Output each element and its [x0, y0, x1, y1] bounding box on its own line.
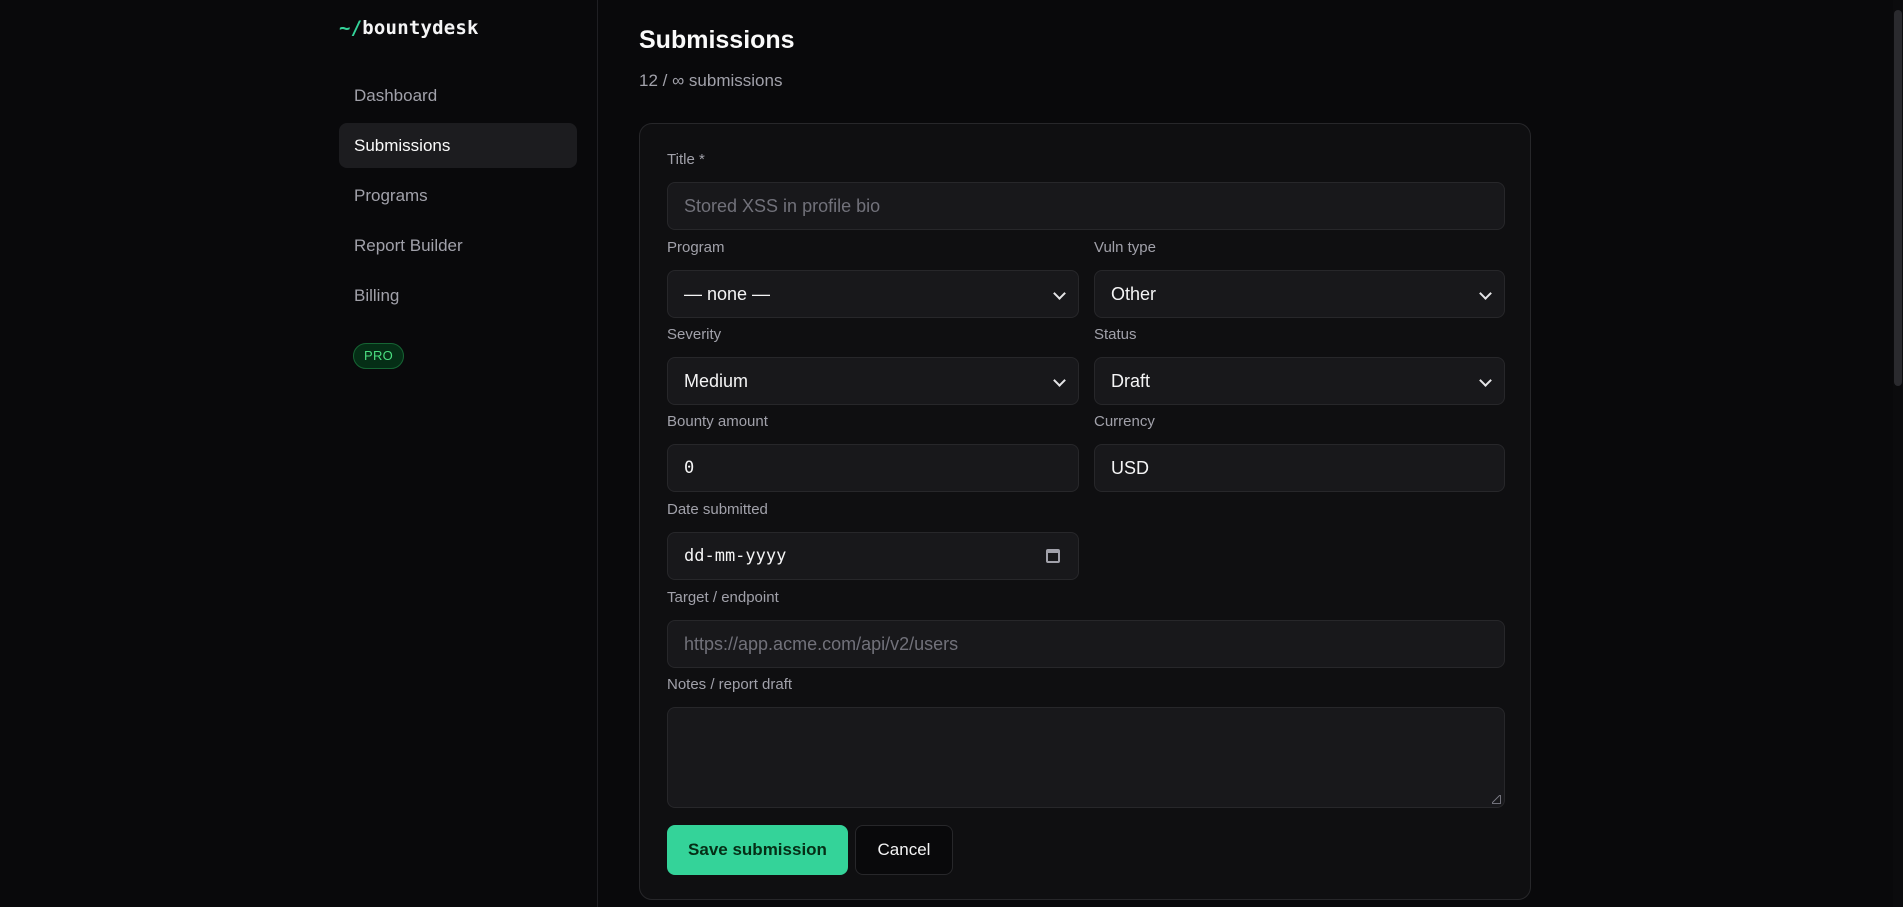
status-label: Status [1094, 326, 1137, 343]
vuln-type-select-value: Other [1111, 283, 1157, 304]
cancel-button[interactable]: Cancel [855, 825, 953, 875]
brand-prefix: ~/ [339, 17, 363, 39]
currency-label: Currency [1094, 413, 1155, 430]
scrollbar[interactable] [1893, 0, 1903, 907]
sidebar-nav: Dashboard Submissions Programs Report Bu… [339, 73, 577, 323]
bounty-amount-label: Bounty amount [667, 413, 768, 430]
severity-field: Severity Medium [667, 326, 1079, 405]
currency-field: Currency USD [1094, 413, 1505, 492]
date-submitted-input[interactable]: dd-mm-yyyy [667, 532, 1079, 580]
sidebar-item-programs[interactable]: Programs [339, 173, 577, 218]
calendar-icon[interactable] [1046, 549, 1060, 563]
title-label: Title * [667, 151, 705, 168]
date-submitted-value: dd-mm-yyyy [684, 546, 787, 566]
title-field: Title * Stored XSS in profile bio [667, 151, 1505, 230]
severity-label: Severity [667, 326, 722, 343]
vuln-type-label: Vuln type [1094, 239, 1156, 256]
vuln-type-select[interactable]: Other [1094, 270, 1505, 318]
date-submitted-field: Date submitted dd-mm-yyyy [667, 501, 1079, 580]
brand-name: bountydesk [362, 17, 479, 39]
bounty-amount-field: Bounty amount 0 [667, 413, 1079, 492]
program-select-value: — none — [684, 283, 771, 304]
save-submission-button[interactable]: Save submission [667, 825, 848, 875]
status-field: Status Draft [1094, 326, 1505, 405]
severity-select[interactable]: Medium [667, 357, 1079, 405]
vuln-type-field: Vuln type Other [1094, 239, 1505, 318]
severity-select-value: Medium [684, 370, 749, 391]
sidebar-item-submissions[interactable]: Submissions [339, 123, 577, 168]
currency-input[interactable]: USD [1094, 444, 1505, 492]
plan-badge: PRO [353, 343, 405, 369]
date-submitted-label: Date submitted [667, 501, 768, 518]
sidebar: ~/bountydesk Dashboard Submissions Progr… [0, 0, 598, 907]
submission-form: Title * Stored XSS in profile bio Progra… [639, 123, 1531, 900]
app-root: ~/bountydesk Dashboard Submissions Progr… [0, 0, 1903, 907]
target-field: Target / endpoint https://app.acme.com/a… [667, 589, 1505, 668]
scrollbar-thumb[interactable] [1894, 10, 1902, 386]
brand-logo[interactable]: ~/bountydesk [339, 17, 479, 39]
target-label: Target / endpoint [667, 589, 779, 606]
notes-textarea[interactable] [667, 707, 1505, 808]
sidebar-item-report-builder[interactable]: Report Builder [339, 223, 577, 268]
notes-label: Notes / report draft [667, 676, 793, 693]
resize-handle-icon[interactable] [1492, 795, 1501, 804]
sidebar-item-billing[interactable]: Billing [339, 273, 577, 318]
status-select[interactable]: Draft [1094, 357, 1505, 405]
program-field: Program — none — [667, 239, 1079, 318]
page-title: Submissions [639, 26, 795, 54]
notes-field: Notes / report draft [667, 676, 1505, 808]
program-select[interactable]: — none — [667, 270, 1079, 318]
status-select-value: Draft [1111, 370, 1151, 391]
sidebar-item-dashboard[interactable]: Dashboard [339, 73, 577, 118]
target-input[interactable]: https://app.acme.com/api/v2/users [667, 620, 1505, 668]
submission-count: 12 / ∞ submissions [639, 71, 783, 90]
program-label: Program [667, 239, 725, 256]
title-input[interactable]: Stored XSS in profile bio [667, 182, 1505, 230]
bounty-amount-input[interactable]: 0 [667, 444, 1079, 492]
